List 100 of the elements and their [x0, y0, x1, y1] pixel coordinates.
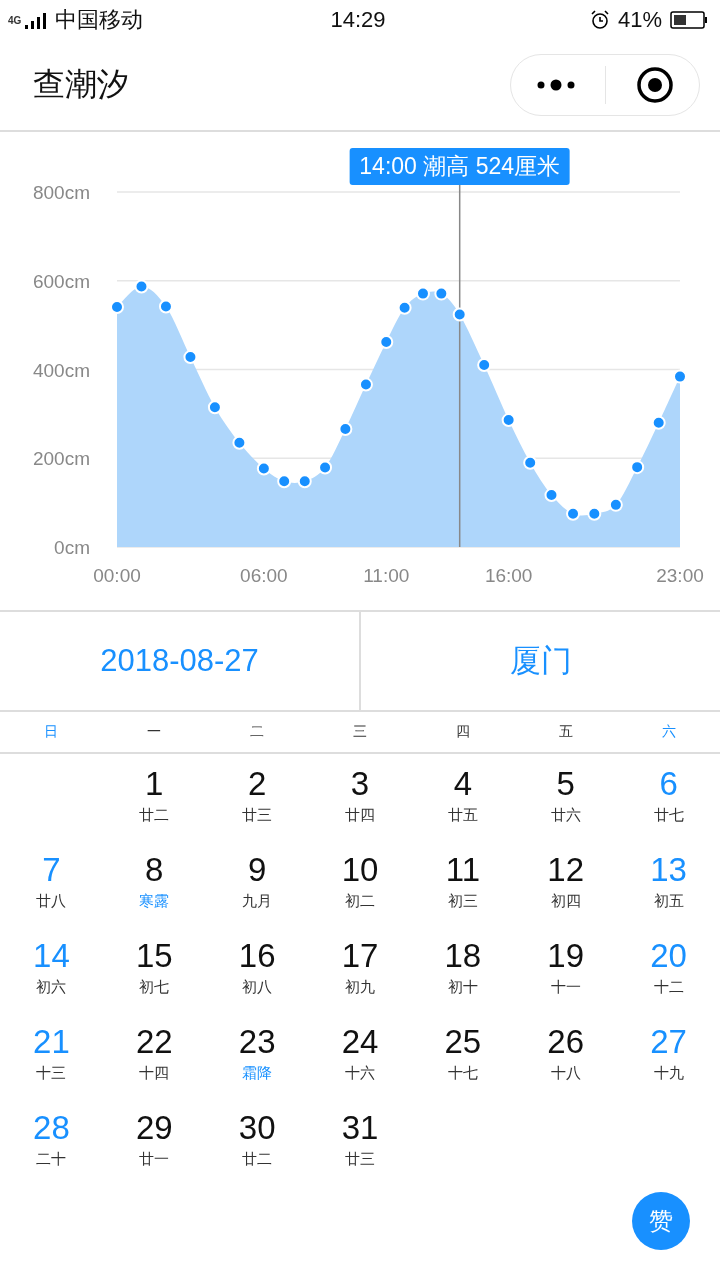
lunar-date: 廿五	[447, 805, 478, 825]
lunar-date: 廿三	[345, 1149, 375, 1169]
day-number[interactable]: 1	[145, 764, 164, 804]
alarm-icon	[589, 10, 610, 30]
day-number[interactable]: 31	[341, 1108, 379, 1148]
lunar-date: 初八	[242, 977, 273, 997]
day-number[interactable]: 15	[135, 936, 173, 976]
day-number[interactable]: 5	[556, 764, 575, 804]
lunar-date: 初九	[345, 977, 375, 997]
page-title: 查潮汐	[33, 65, 129, 104]
data-point[interactable]	[297, 474, 312, 489]
lunar-date: 十六	[345, 1063, 375, 1083]
data-point[interactable]	[183, 350, 198, 365]
data-point[interactable]	[477, 358, 492, 373]
x-axis-label: 00:00	[93, 565, 141, 586]
day-number[interactable]: 11	[445, 850, 480, 890]
data-point[interactable]	[608, 497, 623, 512]
y-axis-label: 400cm	[32, 359, 90, 381]
data-point[interactable]	[338, 421, 353, 436]
data-point[interactable]	[673, 369, 687, 384]
day-number[interactable]: 30	[238, 1108, 276, 1148]
data-point[interactable]	[158, 299, 173, 314]
network-label: 4G	[8, 14, 22, 26]
lunar-date: 初五	[653, 891, 684, 911]
x-axis-label: 23:00	[656, 565, 704, 586]
x-axis-label: 06:00	[240, 565, 288, 586]
lunar-date: 十一	[550, 977, 581, 997]
lunar-date: 十四	[139, 1063, 170, 1083]
day-number[interactable]: 4	[453, 764, 473, 804]
data-point[interactable]	[232, 435, 247, 450]
y-axis-label: 600cm	[32, 270, 90, 292]
data-point[interactable]	[523, 455, 538, 470]
day-number[interactable]: 8	[145, 850, 164, 890]
day-number[interactable]: 24	[341, 1022, 379, 1062]
weekday-label: 三	[352, 723, 368, 741]
day-number[interactable]: 22	[135, 1022, 173, 1062]
weekday-label: 二	[249, 723, 266, 741]
y-axis-label: 0cm	[54, 537, 90, 558]
lunar-date: 廿八	[36, 891, 67, 911]
lunar-date: 廿一	[139, 1149, 170, 1169]
data-point[interactable]	[110, 299, 124, 314]
lunar-date: 九月	[242, 891, 273, 911]
data-point[interactable]	[379, 335, 394, 349]
lunar-date: 霜降	[242, 1063, 273, 1083]
clock-time: 14:29	[330, 7, 386, 33]
day-number[interactable]: 19	[547, 936, 585, 976]
lunar-date: 初三	[447, 891, 478, 911]
battery-percent: 41%	[617, 7, 662, 33]
day-number[interactable]: 16	[238, 936, 276, 976]
lunar-date: 二十	[36, 1149, 67, 1169]
tooltip: 14:00 潮高 524厘米	[349, 148, 571, 185]
day-number[interactable]: 3	[350, 764, 370, 804]
data-point[interactable]	[256, 461, 271, 476]
day-number[interactable]: 29	[135, 1108, 173, 1148]
lunar-date: 初七	[139, 977, 170, 997]
data-point[interactable]	[434, 286, 449, 301]
lunar-date: 十九	[653, 1063, 684, 1083]
lunar-date: 寒露	[139, 891, 170, 911]
day-number[interactable]: 18	[444, 936, 482, 976]
data-point[interactable]	[318, 460, 333, 475]
lunar-date: 廿四	[345, 805, 375, 825]
lunar-date: 初六	[36, 977, 67, 997]
lunar-date: 廿二	[139, 805, 170, 825]
day-number[interactable]: 17	[341, 936, 379, 976]
day-number[interactable]: 26	[547, 1022, 585, 1062]
data-point[interactable]	[358, 377, 373, 392]
data-point[interactable]	[651, 415, 666, 430]
lunar-date: 初四	[550, 891, 581, 911]
data-point[interactable]	[587, 506, 602, 521]
lunar-date: 初二	[345, 891, 375, 911]
battery-icon	[670, 10, 708, 30]
lunar-date: 廿三	[242, 805, 273, 825]
weekday-label: 日	[43, 723, 60, 741]
lunar-date: 廿二	[242, 1149, 273, 1169]
day-number[interactable]: 12	[547, 850, 585, 890]
day-number[interactable]: 9	[247, 850, 267, 890]
lunar-date: 十八	[550, 1063, 581, 1083]
day-number[interactable]: 25	[444, 1022, 482, 1062]
x-axis-label: 16:00	[484, 565, 533, 586]
lunar-date: 初十	[447, 977, 478, 997]
carrier-name: 中国移动	[55, 6, 144, 34]
weekday-label: 一	[146, 723, 163, 741]
data-point[interactable]	[277, 474, 292, 489]
day-number[interactable]: 10	[341, 850, 379, 890]
data-point[interactable]	[630, 460, 645, 475]
data-point[interactable]	[397, 300, 412, 315]
y-axis-label: 200cm	[32, 448, 90, 470]
data-point[interactable]	[566, 506, 581, 521]
day-number[interactable]: 23	[238, 1022, 276, 1062]
x-axis-label: 11:00	[363, 565, 410, 586]
data-point[interactable]	[416, 286, 430, 301]
day-number[interactable]: 2	[247, 764, 267, 804]
lunar-date: 十七	[447, 1063, 478, 1083]
data-point[interactable]	[544, 488, 559, 503]
y-axis-label: 800cm	[32, 182, 90, 203]
lunar-date: 十三	[36, 1063, 67, 1083]
more-icon[interactable]	[535, 78, 576, 92]
weekday-label: 五	[557, 723, 574, 741]
weekday-label: 四	[454, 723, 471, 741]
lunar-date: 十二	[653, 977, 684, 997]
